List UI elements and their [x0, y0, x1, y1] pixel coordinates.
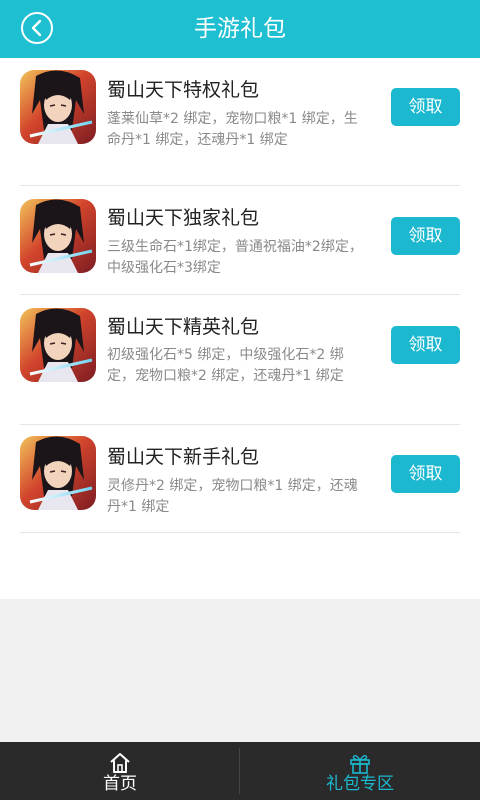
page-title: 手游礼包: [194, 16, 286, 42]
gift-item-newbie: 蜀山天下新手礼包 灵修丹*2 绑定，宠物口粮*1 绑定，还魂丹*1 绑定 领取: [0, 425, 480, 533]
tab-home-label: 首页: [103, 774, 137, 794]
gift-title: 蜀山天下独家礼包: [107, 207, 260, 229]
tab-home[interactable]: 首页: [0, 742, 240, 800]
gift-title: 蜀山天下新手礼包: [107, 446, 260, 468]
claim-button[interactable]: 领取: [391, 88, 460, 126]
gift-description: 蓬莱仙草*2 绑定，宠物口粮*1 绑定，生命丹*1 绑定，还魂丹*1 绑定: [107, 111, 358, 148]
game-icon: [20, 308, 96, 382]
gift-description: 初级强化石*5 绑定，中级强化石*2 绑定，宠物口粮*2 绑定，还魂丹*1 绑定: [107, 347, 344, 384]
game-icon: [20, 70, 96, 144]
game-icon: [20, 199, 96, 273]
tab-gift-zone[interactable]: 礼包专区: [240, 742, 480, 800]
tab-gift-zone-label: 礼包专区: [326, 774, 394, 794]
game-icon: [20, 436, 96, 510]
claim-button[interactable]: 领取: [391, 455, 460, 493]
bottom-tab-bar: 首页 礼包专区: [0, 742, 480, 800]
gift-item-privilege: 蜀山天下特权礼包 蓬莱仙草*2 绑定，宠物口粮*1 绑定，生命丹*1 绑定，还魂…: [0, 58, 480, 186]
claim-button[interactable]: 领取: [391, 217, 460, 255]
gift-list: 蜀山天下特权礼包 蓬莱仙草*2 绑定，宠物口粮*1 绑定，生命丹*1 绑定，还魂…: [0, 58, 480, 599]
claim-button[interactable]: 领取: [391, 326, 460, 364]
top-app-bar: 手游礼包: [0, 0, 480, 58]
gift-description: 三级生命石*1绑定，普通祝福油*2绑定，中级强化石*3绑定: [107, 239, 363, 276]
gift-item-elite: 蜀山天下精英礼包 初级强化石*5 绑定，中级强化石*2 绑定，宠物口粮*2 绑定…: [0, 295, 480, 425]
gift-title: 蜀山天下精英礼包: [107, 316, 260, 338]
gift-title: 蜀山天下特权礼包: [107, 79, 260, 101]
divider: [20, 532, 460, 533]
gift-item-exclusive: 蜀山天下独家礼包 三级生命石*1绑定，普通祝福油*2绑定，中级强化石*3绑定 领…: [0, 186, 480, 295]
gift-description: 灵修丹*2 绑定，宠物口粮*1 绑定，还魂丹*1 绑定: [107, 478, 358, 515]
